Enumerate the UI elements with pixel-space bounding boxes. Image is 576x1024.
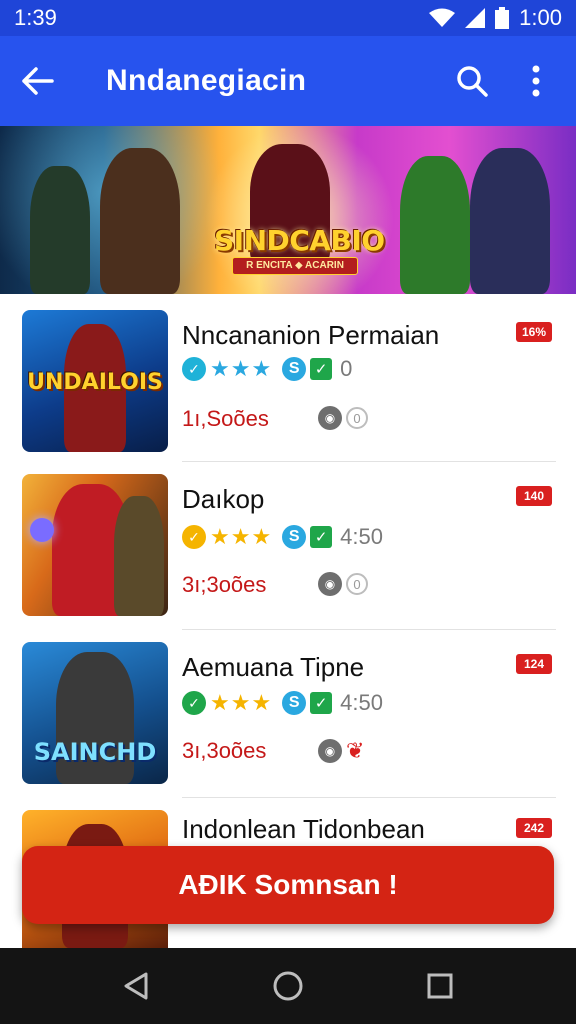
robot-icon: ◉	[318, 406, 342, 430]
status-badge: 242	[516, 818, 552, 838]
s-badge-icon: S	[282, 357, 307, 381]
search-button[interactable]	[450, 59, 494, 103]
wifi-icon	[429, 8, 456, 28]
nav-recents-button[interactable]	[420, 966, 460, 1006]
thumbnail-title: SAINCHD	[33, 738, 157, 766]
circle-home-icon	[273, 971, 303, 1001]
meta-icons: ◉ 0	[318, 572, 368, 596]
back-button[interactable]	[18, 61, 58, 101]
verified-icon: ✓	[310, 692, 333, 714]
banner-character	[470, 148, 550, 294]
banner-character	[100, 148, 180, 294]
status-badge: 140	[516, 486, 552, 506]
search-icon	[457, 66, 488, 97]
rating-stars: ★★★	[210, 690, 273, 715]
download-count: 1ı,Soões	[182, 406, 269, 431]
game-thumbnail: UNDAILOIS	[22, 310, 168, 452]
status-time: 1:39	[14, 5, 57, 30]
thumbnail-title: UNDAILOIS	[27, 370, 163, 395]
page-title: Nndanegiacin	[106, 64, 307, 97]
rating-value: 4:50	[340, 524, 383, 549]
download-count: 3ı;3oões	[182, 572, 267, 597]
arrow-left-icon	[22, 67, 54, 95]
platform-icon: ✓	[182, 691, 206, 715]
rating-row: ✓ ★★★ S ✓ 4:50	[182, 690, 383, 716]
battery-icon	[495, 7, 510, 29]
verified-icon: ✓	[310, 526, 333, 548]
robot-icon: ◉	[318, 572, 342, 596]
app-bar: Nndanegiacin	[0, 36, 576, 126]
platform-icon: ✓	[182, 357, 206, 381]
game-title: Aemuana Tipne	[182, 652, 365, 682]
zero-circle-icon: 0	[346, 573, 368, 595]
download-count: 3ı,3oões	[182, 738, 267, 763]
banner-subtitle: R ENCITA ◆ ACARIN	[232, 257, 358, 275]
status-badge: 16%	[516, 322, 552, 342]
triangle-back-icon	[124, 972, 148, 1000]
more-vert-icon	[532, 65, 540, 97]
nav-home-button[interactable]	[268, 966, 308, 1006]
game-title: Nncananion Permaian	[182, 320, 440, 350]
more-button[interactable]	[514, 59, 558, 103]
robot-icon: ◉	[318, 739, 342, 763]
nav-back-button[interactable]	[116, 966, 156, 1006]
rating-row: ✓ ★★★ S ✓ 0	[182, 356, 352, 382]
status-badge: 124	[516, 654, 552, 674]
square-recents-icon	[427, 973, 453, 999]
rating-value: 0	[340, 356, 353, 381]
list-item[interactable]: SAINCHD Aemuana Tipne ✓ ★★★ S ✓ 4:50 3ı,…	[0, 630, 576, 798]
rating-value: 4:50	[340, 690, 383, 715]
signal-icon	[465, 8, 486, 28]
banner-logo: SINDCABIO	[214, 224, 385, 257]
status-icons: 1:00	[429, 5, 562, 31]
s-badge-icon: S	[282, 525, 307, 549]
meta-icons: ◉ 0	[318, 406, 368, 430]
verified-icon: ✓	[310, 358, 333, 380]
status-bar: 1:39 1:00	[0, 0, 576, 36]
banner-character	[400, 156, 470, 294]
rating-stars: ★★★	[210, 524, 273, 549]
s-badge-icon: S	[282, 691, 307, 715]
system-nav-bar	[0, 948, 576, 1024]
primary-action-button[interactable]: AĐIK Somnsan !	[22, 846, 554, 924]
list-item[interactable]: UNDAILOIS Nncananion Permaian ✓ ★★★ S ✓ …	[0, 294, 576, 462]
list-item[interactable]: Daıkop ✓ ★★★ S ✓ 4:50 3ı;3oões ◉ 0 140	[0, 462, 576, 630]
status-clock: 1:00	[519, 5, 562, 30]
zero-circle-icon: 0	[346, 407, 368, 429]
game-thumbnail: SAINCHD	[22, 642, 168, 784]
game-title: Daıkop	[182, 484, 265, 514]
energy-orb	[30, 518, 54, 542]
rating-stars: ★★★	[210, 356, 273, 381]
maple-leaf-icon: ❦	[346, 738, 365, 763]
game-title: Indonlean Tidonbean	[182, 814, 425, 844]
banner-character	[30, 166, 90, 294]
meta-icons: ◉ ❦	[318, 738, 364, 764]
rating-row: ✓ ★★★ S ✓ 4:50	[182, 524, 383, 550]
thumbnail-character	[114, 496, 164, 616]
platform-icon: ✓	[182, 525, 206, 549]
game-thumbnail	[22, 474, 168, 616]
